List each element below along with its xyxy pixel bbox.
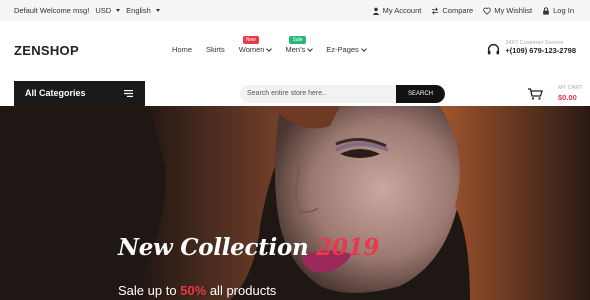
cart-label: MY CART — [558, 85, 583, 91]
hero-subtitle: Sale up to 50% all products — [118, 283, 277, 298]
heart-icon — [483, 7, 492, 15]
login-link[interactable]: Log In — [542, 6, 574, 15]
chevron-down-icon — [307, 45, 314, 52]
sale-badge: Sale — [289, 36, 306, 44]
my-account-link[interactable]: My Account — [372, 6, 421, 15]
search-input[interactable]: Search entire store here.. — [247, 90, 326, 97]
support-phone[interactable]: +(109) 679-123-2798 — [505, 46, 576, 55]
site-logo[interactable]: ZENSHOP — [14, 43, 79, 58]
compare-icon — [432, 7, 439, 14]
search-box: Search entire store here.. SEARCH — [240, 85, 445, 103]
chevron-down-icon — [360, 45, 367, 52]
cart-icon — [528, 88, 543, 100]
top-bar: Default Welcome msg! USD English My Acco… — [0, 0, 590, 21]
hero-banner[interactable]: New Collection 2019 Sale up to 50% all p… — [0, 106, 590, 300]
search-button[interactable]: SEARCH — [396, 85, 445, 103]
wishlist-link[interactable]: My Wishlist — [483, 6, 532, 15]
new-badge: New — [242, 36, 259, 44]
search-strip: All Categories Search entire store here.… — [0, 81, 590, 106]
nav-item-women[interactable]: New Women — [239, 36, 273, 54]
cart-amount: $0.00 — [558, 93, 577, 102]
discount-percent: 50% — [180, 283, 207, 298]
customer-support: 24X7 Customer Service +(109) 679-123-279… — [487, 40, 576, 55]
caret-down-icon — [155, 9, 160, 12]
main-nav: Home Skirts New Women Sale Men's Ez-Page… — [172, 36, 367, 54]
user-icon — [372, 7, 379, 15]
chevron-down-icon — [266, 45, 273, 52]
hero-year: 2019 — [316, 234, 379, 261]
compare-link[interactable]: Compare — [431, 6, 473, 15]
headphones-icon — [488, 43, 500, 55]
nav-item-ez-pages[interactable]: Ez-Pages — [326, 45, 367, 54]
caret-down-icon — [116, 9, 121, 12]
nav-item-mens[interactable]: Sale Men's — [285, 36, 314, 54]
welcome-message: Default Welcome msg! — [14, 6, 90, 15]
language-selector[interactable]: English — [126, 6, 160, 15]
currency-selector[interactable]: USD — [95, 6, 121, 15]
hero-model-image — [0, 106, 590, 300]
lock-icon — [543, 6, 549, 15]
menu-icon — [124, 90, 133, 97]
hero-title: New Collection 2019 — [118, 234, 379, 261]
site-header: ZENSHOP Home Skirts New Women Sale Men's… — [0, 21, 590, 81]
all-categories-button[interactable]: All Categories — [14, 81, 145, 106]
nav-item-home[interactable]: Home — [172, 45, 192, 54]
nav-item-skirts[interactable]: Skirts — [206, 45, 225, 54]
